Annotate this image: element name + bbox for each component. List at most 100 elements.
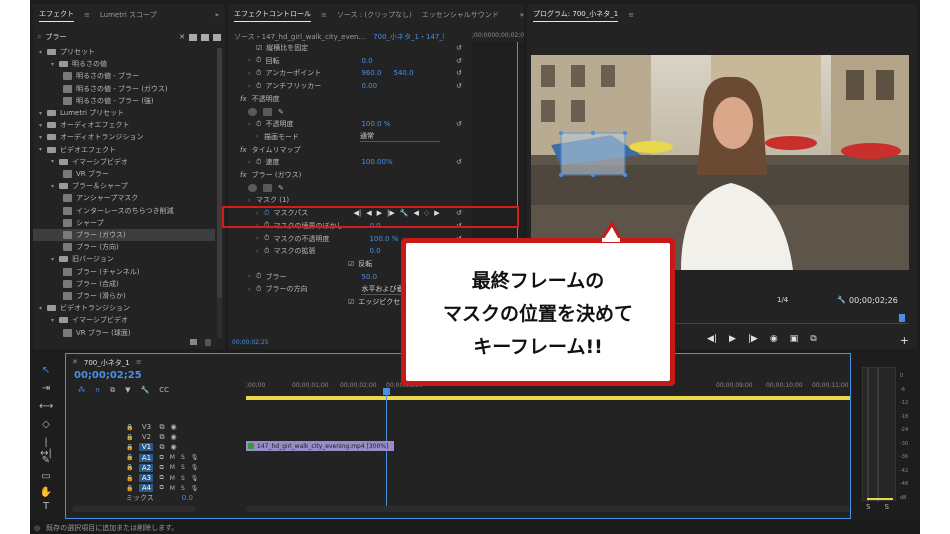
step-back-icon[interactable]: ◀| bbox=[707, 334, 717, 346]
property-value[interactable]: 960.0 bbox=[361, 69, 381, 77]
expand-icon[interactable]: › bbox=[248, 121, 256, 128]
sync-lock-icon[interactable]: ⧉ bbox=[159, 443, 164, 452]
razor-tool-icon[interactable]: ◇ bbox=[39, 419, 53, 433]
effects-folder[interactable]: ▾ ブラー＆シャープ bbox=[33, 180, 215, 192]
slip-tool-icon[interactable]: |↔| bbox=[39, 437, 53, 459]
lock-icon[interactable]: 🔒 bbox=[126, 475, 133, 482]
checkbox[interactable]: ☑ bbox=[256, 44, 262, 52]
timeline-zoom-bar[interactable] bbox=[72, 506, 196, 512]
eye-icon[interactable]: ◉ bbox=[170, 433, 176, 441]
compare-icon[interactable]: ▣ bbox=[790, 334, 799, 346]
panel-menu-icon[interactable]: ≡ bbox=[628, 11, 634, 19]
effect-property-row[interactable]: ✎ bbox=[228, 106, 472, 118]
captions-icon[interactable]: CC bbox=[159, 386, 169, 395]
video-track-header[interactable]: 🔒 V2 ⧉ ◉ bbox=[66, 432, 244, 442]
property-value[interactable]: 反転 bbox=[358, 259, 372, 269]
effect-property-row[interactable]: › ⏱ アンチフリッカー 0.00 ↺ bbox=[228, 80, 472, 92]
sync-lock-icon[interactable]: ⧉ bbox=[159, 423, 164, 432]
audio-track-header[interactable]: 🔒 A4 ⧉ M S 🎙 bbox=[66, 483, 244, 493]
tab-source[interactable]: ソース : (クリップなし) bbox=[337, 10, 412, 20]
new-bin-icon[interactable] bbox=[190, 339, 197, 345]
effects-item[interactable]: 明るさの値 - ブラー (ガウス) bbox=[33, 83, 215, 95]
expand-icon[interactable]: › bbox=[248, 70, 256, 77]
mic-icon[interactable]: 🎙 bbox=[191, 464, 199, 471]
lock-icon[interactable]: 🔒 bbox=[126, 444, 133, 451]
reset-parameter-icon[interactable]: ↺ bbox=[456, 82, 462, 90]
accelerated-effects-icon[interactable] bbox=[189, 33, 197, 41]
lock-icon[interactable]: 🔒 bbox=[126, 485, 133, 492]
lock-icon[interactable]: 🔒 bbox=[126, 454, 133, 461]
sync-lock-icon[interactable]: ⧉ bbox=[159, 484, 163, 492]
solo-right-button[interactable]: S bbox=[884, 503, 888, 511]
track-name[interactable]: A2 bbox=[139, 463, 154, 472]
reset-parameter-icon[interactable]: ↺ bbox=[456, 69, 462, 77]
tab-effect-controls[interactable]: エフェクトコントロール bbox=[234, 9, 311, 22]
effects-folder[interactable]: ▾ 旧バージョン bbox=[33, 253, 215, 265]
reset-parameter-icon[interactable]: ↺ bbox=[456, 120, 462, 128]
mute-button[interactable]: M bbox=[170, 454, 175, 461]
search-input[interactable]: ブラー bbox=[45, 32, 175, 42]
panel-menu-icon[interactable]: ≡ bbox=[84, 11, 90, 19]
ellipse-mask-icon[interactable] bbox=[248, 183, 257, 192]
clip-v1[interactable]: 147_hd_girl_walk_city_evening.mp4 [300%] bbox=[246, 441, 394, 451]
eye-icon[interactable]: ◉ bbox=[170, 423, 176, 431]
pen-mask-icon[interactable]: ✎ bbox=[278, 108, 287, 116]
video-track-header[interactable]: 🔒 V1 ⧉ ◉ bbox=[66, 442, 244, 452]
property-value[interactable]: 50.0 bbox=[361, 273, 377, 281]
ripple-edit-tool-icon[interactable]: ⟷ bbox=[39, 401, 53, 415]
mic-icon[interactable]: 🎙 bbox=[191, 475, 199, 482]
panel-menu-icon[interactable]: ≡ bbox=[321, 11, 327, 19]
track-name[interactable]: V3 bbox=[139, 423, 153, 431]
checkbox[interactable]: ☑ bbox=[348, 260, 354, 268]
effects-item[interactable]: VR ブラー bbox=[33, 168, 215, 180]
effects-folder[interactable]: ▾ Lumetri プリセット bbox=[33, 107, 215, 119]
expand-icon[interactable]: › bbox=[248, 286, 256, 293]
fx-icon[interactable]: fx bbox=[240, 95, 247, 103]
wrench-icon[interactable]: 🔧 bbox=[837, 296, 846, 304]
effects-item[interactable]: ブラー (合成) bbox=[33, 278, 215, 290]
rectangle-tool-icon[interactable]: ▭ bbox=[39, 471, 53, 485]
effects-scrollbar[interactable] bbox=[217, 48, 222, 338]
clear-search-icon[interactable]: ✕ bbox=[179, 33, 185, 41]
lock-icon[interactable]: 🔒 bbox=[126, 434, 133, 441]
property-value[interactable]: 0.00 bbox=[361, 82, 377, 90]
expand-icon[interactable]: › bbox=[256, 133, 264, 140]
effects-item[interactable]: ブラー (ガウス) bbox=[33, 229, 215, 241]
disclosure-triangle-icon[interactable]: ▾ bbox=[39, 134, 47, 141]
mute-button[interactable]: M bbox=[170, 485, 175, 492]
timeline-playhead-head[interactable] bbox=[383, 388, 390, 395]
effects-folder[interactable]: ▾ ビデオエフェクト bbox=[33, 144, 215, 156]
add-button-icon[interactable]: + bbox=[900, 334, 909, 347]
effect-property-row[interactable]: › ⏱ 不透明度 100.0 % ↺ bbox=[228, 118, 472, 130]
program-monitor-title[interactable]: プログラム: 700_小ネタ_1 bbox=[533, 9, 619, 22]
checkbox[interactable]: ☑ bbox=[348, 298, 354, 306]
rect-mask-icon[interactable] bbox=[263, 183, 272, 192]
stopwatch-icon[interactable]: ⏱ bbox=[256, 69, 261, 78]
lock-icon[interactable]: 🔒 bbox=[126, 464, 133, 471]
effects-folder[interactable]: ▾ オーディオトランジション bbox=[33, 131, 215, 143]
effects-folder[interactable]: ▾ オーディオエフェクト bbox=[33, 119, 215, 131]
effects-item[interactable]: 明るさの値 - ブラー bbox=[33, 70, 215, 82]
stopwatch-icon[interactable]: ⏱ bbox=[264, 234, 269, 243]
effects-item[interactable]: ブラー (滑らか) bbox=[33, 290, 215, 302]
reset-parameter-icon[interactable]: ↺ bbox=[456, 44, 462, 52]
audio-track-header[interactable]: 🔒 A2 ⧉ M S 🎙 bbox=[66, 463, 244, 473]
expand-icon[interactable]: › bbox=[248, 83, 256, 90]
timeline-timecode[interactable]: 00;00;02;25 bbox=[74, 370, 142, 381]
disclosure-triangle-icon[interactable]: ▾ bbox=[51, 317, 59, 324]
eye-icon[interactable]: ◉ bbox=[170, 443, 176, 451]
disclosure-triangle-icon[interactable]: ▾ bbox=[51, 183, 59, 190]
stopwatch-icon[interactable]: ⏱ bbox=[256, 285, 261, 294]
disclosure-triangle-icon[interactable]: ▾ bbox=[51, 61, 59, 68]
play-icon[interactable]: ▶ bbox=[729, 334, 736, 346]
reset-parameter-icon[interactable]: ↺ bbox=[456, 158, 462, 166]
track-name[interactable]: A3 bbox=[139, 474, 154, 482]
tab-essential-sound[interactable]: エッセンシャルサウンド bbox=[422, 10, 499, 20]
sync-lock-icon[interactable]: ⧉ bbox=[159, 474, 163, 482]
audio-track-header[interactable]: 🔒 A1 ⧉ M S 🎙 bbox=[66, 453, 244, 463]
expand-icon[interactable]: › bbox=[248, 159, 256, 166]
expand-icon[interactable]: › bbox=[256, 248, 264, 255]
track-select-tool-icon[interactable]: ⇥ bbox=[39, 383, 53, 397]
disclosure-triangle-icon[interactable]: ▾ bbox=[39, 146, 47, 153]
track-name[interactable]: V1 bbox=[139, 443, 154, 452]
